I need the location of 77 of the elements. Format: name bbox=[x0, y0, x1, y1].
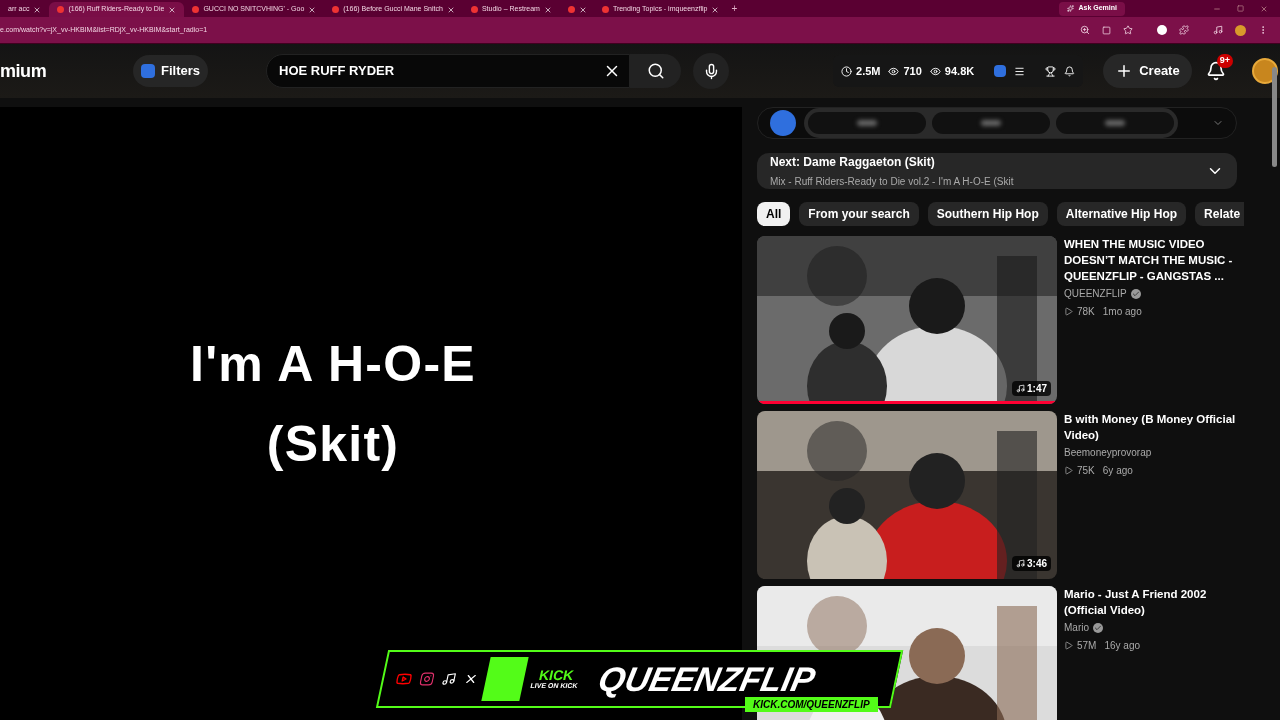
close-icon[interactable] bbox=[33, 5, 42, 14]
duration-badge: 3:46 bbox=[1012, 556, 1051, 571]
video-title[interactable]: Mario - Just A Friend 2002 (Official Video) bbox=[1064, 586, 1236, 618]
sparkle-icon bbox=[1067, 5, 1075, 12]
instagram-icon bbox=[418, 672, 436, 686]
zoom-icon[interactable] bbox=[1080, 25, 1090, 35]
puzzle-icon[interactable] bbox=[1179, 25, 1189, 35]
site-icon bbox=[567, 6, 575, 13]
site-icon bbox=[470, 6, 478, 13]
profile-avatar[interactable] bbox=[1235, 24, 1246, 36]
video-meta: 78K 1mo ago bbox=[1064, 304, 1236, 319]
eye-icon bbox=[888, 65, 900, 77]
stat-count: 94.8K bbox=[929, 62, 975, 80]
video-caption: (Skit) bbox=[266, 414, 400, 474]
logo-text: mium bbox=[0, 59, 48, 83]
search-field[interactable]: HOE RUFF RYDER bbox=[266, 54, 630, 88]
notification-count: 9+ bbox=[1216, 54, 1233, 68]
search-icon bbox=[646, 62, 665, 80]
duration-badge: 1:47 bbox=[1012, 381, 1051, 396]
filter-chip[interactable]: Relate bbox=[1195, 202, 1245, 226]
notifications-icon[interactable] bbox=[1205, 61, 1226, 81]
user-avatar[interactable] bbox=[1251, 58, 1278, 84]
bell-icon[interactable] bbox=[1064, 65, 1076, 77]
close-icon[interactable] bbox=[543, 5, 552, 14]
filter-chip[interactable]: Alternative Hip Hop bbox=[1056, 202, 1187, 226]
media-icon[interactable] bbox=[1213, 25, 1223, 35]
filters-button[interactable]: Filters bbox=[133, 55, 208, 87]
close-icon[interactable] bbox=[446, 5, 455, 14]
play-icon bbox=[1064, 641, 1073, 650]
filter-chip[interactable]: All bbox=[757, 202, 791, 226]
extension-icon[interactable] bbox=[1157, 25, 1167, 35]
filter-chip[interactable]: Southern Hip Hop bbox=[927, 202, 1048, 226]
clock-icon bbox=[841, 65, 852, 77]
playlist-name: Mix - Ruff Riders-Ready to Die vol.2 - I'm A H-O-E (Skit bbox=[770, 175, 1014, 189]
filter-chip[interactable]: From your search bbox=[799, 202, 919, 226]
channel-name[interactable]: Beemoneyprovorap bbox=[1064, 445, 1236, 460]
create-button[interactable]: Create bbox=[1103, 54, 1192, 88]
voice-search-button[interactable] bbox=[693, 53, 729, 89]
overlay-url: KICK.COM/QUEENZFLIP bbox=[745, 697, 878, 712]
next-panel[interactable]: Next: Dame Raggaeton (Skit) Mix - Ruff Riders-Ready to Die vol.2 - I'm A H-O-E (Skit bbox=[757, 153, 1237, 189]
channel-name[interactable]: QUEENZFLIP bbox=[1064, 286, 1236, 301]
youtube-icon bbox=[394, 671, 414, 687]
close-icon[interactable] bbox=[578, 5, 587, 14]
close-icon[interactable] bbox=[168, 5, 177, 14]
search-button[interactable] bbox=[630, 54, 681, 88]
iq-icon bbox=[141, 64, 155, 78]
stat-count: 2.5M bbox=[841, 62, 881, 80]
video-title[interactable]: WHEN THE MUSIC VIDEO DOESN’T MATCH THE MUSIC - QUEENZFLIP - GANGSTAS ... bbox=[1064, 236, 1236, 284]
bookmark-icon[interactable] bbox=[1123, 25, 1133, 35]
video-meta: 57M 16y ago bbox=[1064, 638, 1236, 653]
close-icon[interactable] bbox=[711, 5, 720, 14]
kick-brand: KICK bbox=[537, 667, 576, 682]
stat-count: 710 bbox=[888, 62, 922, 80]
channel-name[interactable]: Mario bbox=[1064, 620, 1236, 635]
new-tab-button[interactable]: + bbox=[731, 1, 738, 16]
iq-logo-icon bbox=[770, 110, 796, 136]
maximize-icon[interactable] bbox=[1237, 5, 1244, 12]
site-icon bbox=[192, 6, 200, 13]
site-icon bbox=[601, 6, 609, 13]
video-caption: I'm A H-O-E bbox=[190, 334, 476, 394]
video-meta: 75K 6y ago bbox=[1064, 463, 1236, 478]
site-icon bbox=[57, 6, 65, 13]
list-icon[interactable] bbox=[1014, 65, 1026, 77]
scrollbar[interactable] bbox=[1272, 67, 1277, 167]
music-icon bbox=[1016, 559, 1025, 568]
trophy-icon[interactable] bbox=[1045, 65, 1057, 77]
play-icon bbox=[1064, 307, 1073, 316]
play-icon bbox=[1064, 466, 1073, 475]
video-title[interactable]: B with Money (B Money Official Video) bbox=[1064, 411, 1236, 443]
close-icon[interactable] bbox=[308, 5, 317, 14]
iq-icon[interactable] bbox=[994, 65, 1007, 77]
music-icon bbox=[1016, 384, 1025, 393]
search-value: HOE RUFF RYDER bbox=[279, 62, 395, 81]
next-title: Next: Dame Raggaeton (Skit) bbox=[770, 154, 936, 171]
site-icon bbox=[332, 6, 340, 13]
eye-icon bbox=[929, 65, 941, 77]
close-window-icon[interactable] bbox=[1260, 4, 1268, 13]
